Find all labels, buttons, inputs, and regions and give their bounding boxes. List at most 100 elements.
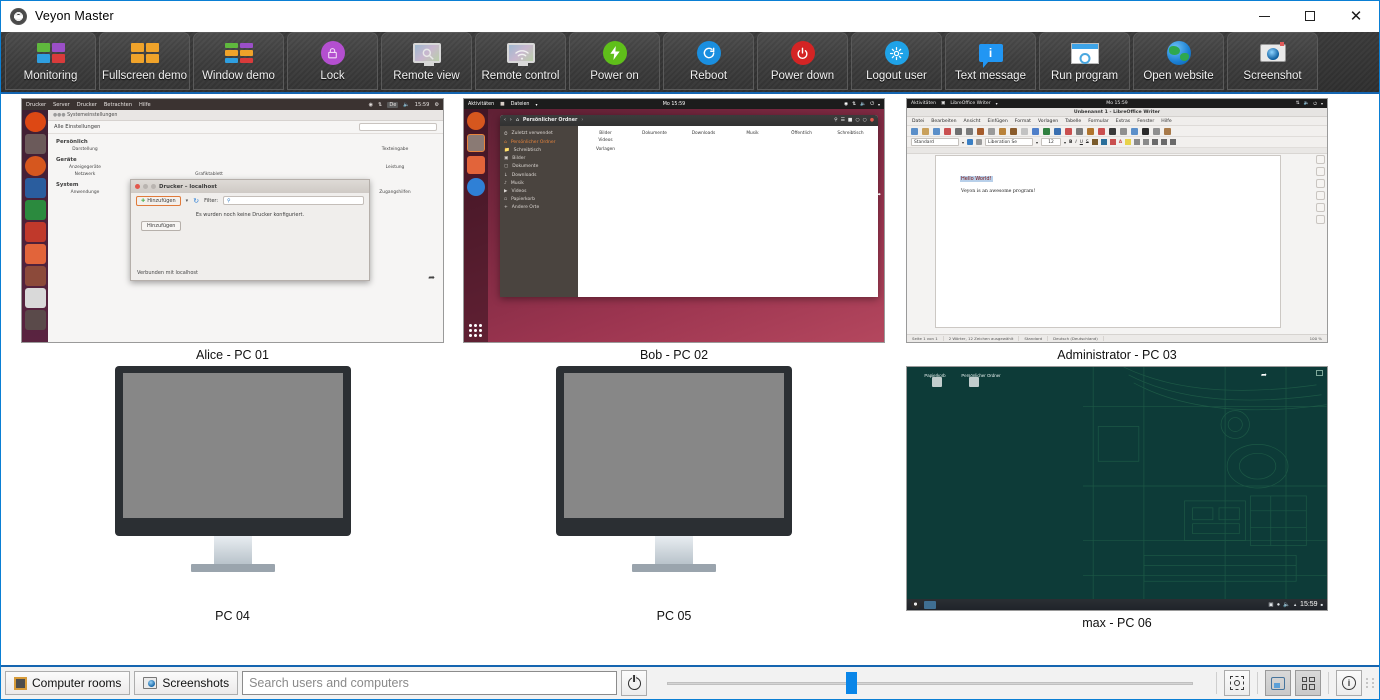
pc01-printer-dialog[interactable]: Drucker – localhost ✚ Hinzufügen ▾ ↻ Fil… bbox=[130, 179, 370, 281]
search-input[interactable] bbox=[249, 676, 610, 690]
pc01-settings-item[interactable]: Leistung bbox=[364, 165, 426, 170]
pc03-menu-item[interactable]: Datei bbox=[912, 119, 924, 124]
notification-icon[interactable]: ● bbox=[1277, 602, 1280, 608]
pc01-search-field[interactable] bbox=[359, 123, 437, 131]
file-item[interactable]: Downloads bbox=[680, 132, 727, 137]
pc03-font-size[interactable]: 12 bbox=[1041, 138, 1061, 146]
computer-tile-pc06[interactable]: Papierkorb Persönlicher Ordner ➦ ▣ ● 🔈 bbox=[906, 366, 1328, 630]
computer-screen-pc03[interactable]: Aktivitäten ▣ LibreOffice Writer ▾ Mo 15… bbox=[906, 98, 1328, 343]
toolbar-button-remote-control[interactable]: Remote control bbox=[475, 32, 566, 90]
toolbar-button-remote-view[interactable]: Remote view bbox=[381, 32, 472, 90]
toolbar-button-monitoring[interactable]: Monitoring bbox=[5, 32, 96, 90]
maximize-button[interactable] bbox=[1287, 1, 1333, 32]
pc03-menu-item[interactable]: Hilfe bbox=[1161, 119, 1171, 124]
sidebar-item-other-locations[interactable]: +Andere Orte bbox=[500, 204, 578, 212]
pc01-dialog-dropdown-icon[interactable]: ▾ bbox=[186, 198, 189, 204]
pc01-settings-item[interactable]: Texteingabe bbox=[364, 147, 426, 152]
pc03-font-name[interactable]: Liberation Se bbox=[985, 138, 1033, 146]
pc01-settings-item[interactable]: Anwendunge bbox=[54, 190, 116, 195]
computer-rooms-button[interactable]: Computer rooms bbox=[5, 671, 130, 695]
file-item[interactable]: Videos bbox=[582, 139, 629, 144]
pc03-menu-item[interactable]: Tabelle bbox=[1065, 119, 1081, 124]
pc01-settings-item[interactable]: Netzwerk bbox=[54, 172, 116, 177]
expand-icon[interactable]: ▲ bbox=[1293, 602, 1297, 607]
toolbar-button-text-message[interactable]: i Text message bbox=[945, 32, 1036, 90]
auto-fit-button[interactable] bbox=[1224, 670, 1250, 696]
pc03-activities-button[interactable]: Aktivitäten bbox=[911, 101, 936, 106]
pc03-document-page[interactable]: Hello World! Veyon is an awesome program… bbox=[935, 155, 1281, 328]
back-icon[interactable]: ‹ bbox=[504, 118, 506, 123]
resize-grip[interactable] bbox=[1366, 673, 1375, 693]
toolbar-button-run-program[interactable]: Run program bbox=[1039, 32, 1130, 90]
search-box[interactable] bbox=[242, 671, 617, 695]
pc02-activities-button[interactable]: Aktivitäten bbox=[468, 102, 494, 107]
close-icon[interactable]: ● bbox=[870, 118, 874, 123]
sidebar-item-music[interactable]: ♪Musik bbox=[500, 179, 578, 187]
sidebar-item-recent[interactable]: ⏱Zuletzt verwendet bbox=[500, 129, 578, 138]
computer-tile-pc03[interactable]: Aktivitäten ▣ LibreOffice Writer ▾ Mo 15… bbox=[906, 98, 1328, 362]
grid-view-button[interactable] bbox=[1295, 670, 1321, 696]
maximize-icon[interactable]: ○ bbox=[863, 118, 867, 123]
forward-icon[interactable]: › bbox=[510, 118, 512, 123]
taskbar-item[interactable] bbox=[924, 601, 936, 609]
pc01-settings-item[interactable] bbox=[178, 147, 240, 152]
toolbar-button-lock[interactable]: Lock bbox=[287, 32, 378, 90]
pc06-desktop-icon-trash[interactable]: Papierkorb bbox=[913, 373, 957, 378]
view-list-icon[interactable]: ☰ bbox=[841, 118, 845, 123]
application-launcher-icon[interactable] bbox=[911, 600, 920, 609]
toolbar-button-logout-user[interactable]: Logout user bbox=[851, 32, 942, 90]
pc03-menu-item[interactable]: Format bbox=[1015, 119, 1031, 124]
pc01-settings-item[interactable]: Darstellung bbox=[54, 147, 116, 152]
computer-tile-pc01[interactable]: Drucker Server Drucker Betrachten Hilfe … bbox=[21, 98, 444, 362]
pc02-files-window[interactable]: ‹ › ⌂ Persönlicher Ordner › ⚲ ☰ ■ ○ ○ bbox=[500, 115, 878, 297]
pc03-menu-item[interactable]: Vorlagen bbox=[1038, 119, 1058, 124]
computer-screen-pc06[interactable]: Papierkorb Persönlicher Ordner ➦ ▣ ● 🔈 bbox=[906, 366, 1328, 611]
computer-tile-pc02[interactable]: Aktivitäten ■ Dateien ▾ Mo 15:59 ◉ ⇅ 🔈 ⏻… bbox=[463, 98, 885, 362]
pc03-menu-item[interactable]: Formular bbox=[1088, 119, 1108, 124]
close-button[interactable]: ✕ bbox=[1333, 1, 1379, 32]
search-icon[interactable]: ⚲ bbox=[834, 118, 838, 123]
info-button[interactable]: i bbox=[1336, 670, 1362, 696]
pc01-dialog-refresh-icon[interactable]: ↻ bbox=[193, 197, 199, 205]
volume-icon[interactable]: 🔈 bbox=[1283, 602, 1290, 608]
sidebar-styles-icon[interactable] bbox=[1316, 191, 1325, 200]
sidebar-gallery-icon[interactable] bbox=[1316, 203, 1325, 212]
sidebar-item-home[interactable]: ⌂Persönlicher Ordner bbox=[500, 138, 578, 146]
sidebar-navigator-icon[interactable] bbox=[1316, 215, 1325, 224]
sidebar-properties-icon[interactable] bbox=[1316, 167, 1325, 176]
sidebar-item-videos[interactable]: ▶Videos bbox=[500, 187, 578, 195]
file-item[interactable]: Dokumente bbox=[631, 132, 678, 137]
sidebar-item-pictures[interactable]: ▣Bilder bbox=[500, 155, 578, 163]
pc02-app-menu[interactable]: Dateien bbox=[511, 102, 530, 107]
file-item[interactable]: Musik bbox=[729, 132, 776, 137]
sidebar-item-documents[interactable]: ▢Dokumente bbox=[500, 163, 578, 171]
sidebar-item-trash[interactable]: ▫Papierkorb bbox=[500, 196, 578, 204]
pc03-paragraph-style[interactable]: Standard bbox=[911, 138, 959, 146]
pc03-menu-item[interactable]: Einfügen bbox=[987, 119, 1007, 124]
pc01-dialog-add-button-2[interactable]: Hinzufügen bbox=[141, 221, 181, 231]
menu-icon[interactable]: ■ bbox=[848, 118, 853, 123]
power-button[interactable] bbox=[621, 670, 647, 696]
sidebar-item-desktop[interactable]: 📁Schreibtisch bbox=[500, 146, 578, 154]
file-item[interactable]: Öffentlich bbox=[778, 132, 825, 137]
file-item[interactable]: Bilder bbox=[582, 132, 629, 137]
pc01-settings-item[interactable]: Zugangshilfen bbox=[364, 190, 426, 195]
toolbar-button-power-on[interactable]: Power on bbox=[569, 32, 660, 90]
clipboard-icon[interactable]: ▣ bbox=[1268, 602, 1273, 608]
pc03-menu-item[interactable]: Extras bbox=[1116, 119, 1131, 124]
thumbnail-size-slider[interactable] bbox=[659, 671, 1201, 695]
pc01-settings-item[interactable] bbox=[302, 147, 364, 152]
sidebar-page-icon[interactable] bbox=[1316, 179, 1325, 188]
pc01-settings-item[interactable]: Anzeigegeräte bbox=[54, 165, 116, 170]
pc03-menu-item[interactable]: Ansicht bbox=[964, 119, 981, 124]
pc01-dialog-add-button[interactable]: ✚ Hinzufügen bbox=[136, 196, 181, 206]
toolbar-button-power-down[interactable]: Power down bbox=[757, 32, 848, 90]
auto-arrange-button[interactable] bbox=[1265, 670, 1291, 696]
toolbar-button-window-demo[interactable]: Window demo bbox=[193, 32, 284, 90]
pc02-show-applications-button[interactable] bbox=[469, 324, 482, 337]
show-desktop-icon[interactable]: ■ bbox=[1321, 602, 1323, 607]
file-item[interactable]: Schreibtisch bbox=[827, 132, 874, 137]
pc03-menu-item[interactable]: Bearbeiten bbox=[931, 119, 956, 124]
toolbar-button-reboot[interactable]: Reboot bbox=[663, 32, 754, 90]
sidebar-item-downloads[interactable]: ↓Downloads bbox=[500, 171, 578, 179]
